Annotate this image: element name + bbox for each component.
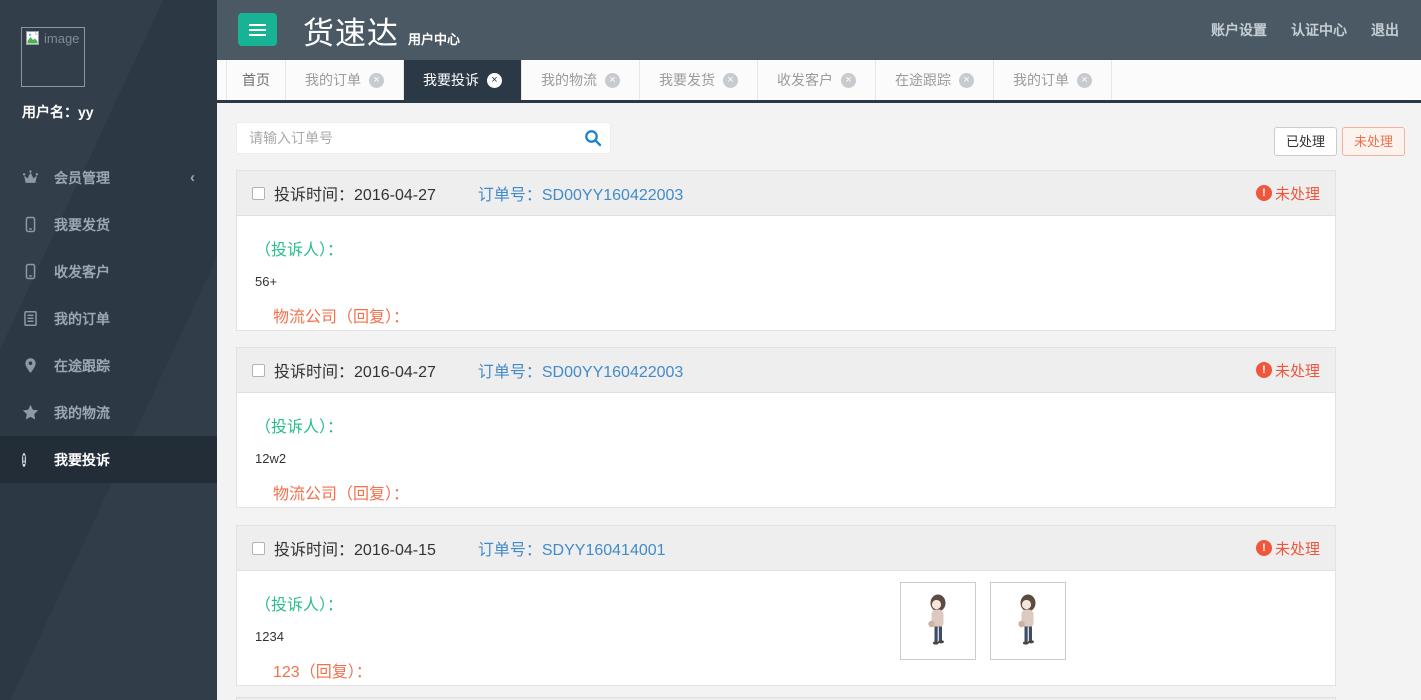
sidebar-item-ship-goods[interactable]: 我要发货 [0, 201, 217, 248]
avatar-alt-text: image [44, 31, 79, 46]
order-number-link[interactable]: 订单号：SDYY160414001 [478, 536, 666, 560]
brand: 货速达 用户中心 [303, 8, 460, 53]
document-icon [22, 310, 39, 327]
complaint-checkbox[interactable] [252, 542, 265, 555]
sidebar-item-label: 我要发货 [54, 215, 110, 235]
tab-customers[interactable]: 收发客户 × [758, 60, 876, 100]
girl-photo-thumbnail[interactable] [990, 582, 1066, 660]
complaint-card-body: （投诉人）： 12w2 物流公司（回复）： [237, 393, 1335, 514]
complaint-checkbox[interactable] [252, 364, 265, 377]
app-subtitle: 用户中心 [408, 29, 460, 48]
close-icon[interactable]: × [841, 73, 856, 88]
complaint-card-body: （投诉人）： 1234 123（回复）： [237, 571, 1335, 692]
sidebar-item-label: 会员管理 [54, 168, 110, 188]
status-badge: ! 未处理 [1256, 360, 1320, 381]
chevron-left-icon: ‹ [190, 169, 195, 186]
sidebar-item-label: 在途跟踪 [54, 356, 110, 376]
complaint-card-header: 投诉时间：2016-04-27 订单号：SD00YY160422003 ! 未处… [237, 171, 1335, 216]
close-icon[interactable]: × [487, 73, 502, 88]
close-icon[interactable]: × [723, 73, 738, 88]
complaint-content: 12w2 [255, 451, 1317, 466]
complaint-time: 投诉时间：2016-04-27 [274, 181, 436, 205]
certification-center-link[interactable]: 认证中心 [1279, 20, 1359, 40]
header-links: 账户设置 认证中心 退出 [1199, 0, 1411, 60]
exclamation-icon: ! [1256, 185, 1272, 201]
complaint-card: 投诉时间：2016-04-15 订单号：SDYY160414001 ! 未处理 … [236, 525, 1336, 686]
crown-icon [22, 169, 39, 186]
complaint-checkbox[interactable] [252, 187, 265, 200]
sidebar-item-label: 我的订单 [54, 309, 110, 329]
exclamation-icon: ! [1256, 362, 1272, 378]
complainant-label: （投诉人）： [255, 236, 1317, 260]
reply-label: 123（回复）： [273, 658, 1317, 682]
complaint-time: 投诉时间：2016-04-15 [274, 536, 436, 560]
broken-image-icon [26, 31, 42, 46]
complaint-content: 56+ [255, 274, 1317, 289]
username-label: 用户名：yy [22, 102, 94, 122]
app-title: 货速达 [303, 8, 399, 53]
reply-label: 物流公司（回复）： [273, 303, 1317, 327]
sidebar-item-tracking[interactable]: 在途跟踪 [0, 342, 217, 389]
close-icon[interactable]: × [369, 73, 384, 88]
tab-tracking[interactable]: 在途跟踪 × [876, 60, 994, 100]
close-icon[interactable]: × [1077, 73, 1092, 88]
sidebar-item-member-management[interactable]: 会员管理 ‹ [0, 154, 217, 201]
hamburger-menu-icon[interactable] [238, 13, 277, 46]
status-badge: ! 未处理 [1256, 538, 1320, 559]
complainant-label: （投诉人）： [255, 413, 1317, 437]
girl-photo [1013, 594, 1043, 648]
phone-icon [22, 216, 39, 233]
logout-link[interactable]: 退出 [1359, 20, 1411, 40]
order-number-link[interactable]: 订单号：SD00YY160422003 [478, 181, 683, 205]
close-icon[interactable]: × [959, 73, 974, 88]
complaint-time: 投诉时间：2016-04-27 [274, 358, 436, 382]
close-icon[interactable]: × [605, 73, 620, 88]
user-center-app: image 用户名：yy 会员管理 ‹ 我要发货 [0, 0, 1421, 700]
tab-my-orders[interactable]: 我的订单 × [286, 60, 404, 100]
search-input[interactable] [236, 122, 611, 154]
top-header: 货速达 用户中心 账户设置 认证中心 退出 [217, 0, 1421, 60]
sidebar-item-my-logistics[interactable]: 我的物流 [0, 389, 217, 436]
order-number-link[interactable]: 订单号：SD00YY160422003 [478, 358, 683, 382]
girl-photo-thumbnail[interactable] [900, 582, 976, 660]
complainant-label: （投诉人）： [255, 591, 1317, 615]
main-content: 已处理 未处理 投诉时间：2016-04-27 订单号：SD00YY160422… [217, 103, 1421, 700]
account-settings-link[interactable]: 账户设置 [1199, 20, 1279, 40]
tab-ship-goods[interactable]: 我要发货 × [640, 60, 758, 100]
complaint-card-body: （投诉人）： 56+ 物流公司（回复）： [237, 216, 1335, 337]
location-icon [22, 357, 39, 374]
search-icon[interactable] [584, 129, 602, 152]
filter-unprocessed-button[interactable]: 未处理 [1342, 127, 1405, 156]
girl-photo [923, 594, 953, 648]
sidebar: image 用户名：yy 会员管理 ‹ 我要发货 [0, 0, 217, 700]
tab-bar: 首页 我的订单 × 我要投诉 × 我的物流 × 我要发货 × 收发客户 × 在途… [217, 60, 1421, 103]
exclamation-icon: ! [22, 451, 39, 468]
tab-my-orders-2[interactable]: 我的订单 × [994, 60, 1112, 100]
sidebar-item-label: 我的物流 [54, 403, 110, 423]
order-search [236, 122, 611, 154]
sidebar-item-customers[interactable]: 收发客户 [0, 248, 217, 295]
reply-label: 物流公司（回复）： [273, 480, 1317, 504]
complaint-card: 投诉时间：2016-04-27 订单号：SD00YY160422003 ! 未处… [236, 170, 1336, 331]
attachment-thumbnails [900, 582, 1066, 660]
exclamation-icon: ! [1256, 540, 1272, 556]
sidebar-item-complaints[interactable]: ! 我要投诉 [0, 436, 217, 483]
complaint-card-header: 投诉时间：2016-04-27 订单号：SD00YY160422003 ! 未处… [237, 348, 1335, 393]
sidebar-item-my-orders[interactable]: 我的订单 [0, 295, 217, 342]
tab-home[interactable]: 首页 [226, 60, 286, 100]
user-profile: image 用户名：yy [0, 0, 217, 154]
complaint-card: 投诉时间：2016-04-27 订单号：SD00YY160422003 ! 未处… [236, 347, 1336, 508]
sidebar-item-label: 我要投诉 [54, 450, 110, 470]
filter-processed-button[interactable]: 已处理 [1274, 127, 1337, 156]
tab-complaints[interactable]: 我要投诉 × [404, 60, 522, 100]
star-icon [22, 404, 39, 421]
tab-my-logistics[interactable]: 我的物流 × [522, 60, 640, 100]
complaint-card-header: 投诉时间：2016-04-15 订单号：SDYY160414001 ! 未处理 [237, 526, 1335, 571]
phone-icon [22, 263, 39, 280]
status-badge: ! 未处理 [1256, 183, 1320, 204]
sidebar-menu: 会员管理 ‹ 我要发货 收发客户 我的订单 [0, 154, 217, 483]
avatar: image [21, 27, 85, 87]
complaint-content: 1234 [255, 629, 1317, 644]
sidebar-item-label: 收发客户 [54, 262, 110, 282]
